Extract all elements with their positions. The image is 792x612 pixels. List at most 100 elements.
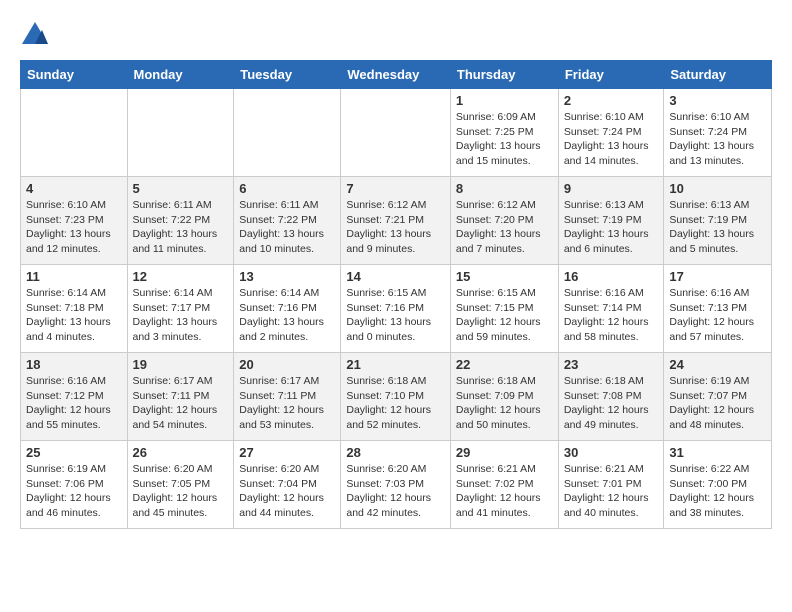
day-number: 19 bbox=[133, 357, 229, 372]
calendar-cell: 29 Sunrise: 6:21 AM Sunset: 7:02 PM Dayli… bbox=[450, 441, 558, 529]
day-number: 6 bbox=[239, 181, 335, 196]
calendar-cell: 14 Sunrise: 6:15 AM Sunset: 7:16 PM Dayli… bbox=[341, 265, 451, 353]
calendar-cell: 13 Sunrise: 6:14 AM Sunset: 7:16 PM Dayli… bbox=[234, 265, 341, 353]
day-number: 30 bbox=[564, 445, 659, 460]
calendar-cell: 19 Sunrise: 6:17 AM Sunset: 7:11 PM Dayli… bbox=[127, 353, 234, 441]
day-number: 10 bbox=[669, 181, 766, 196]
day-info: Sunrise: 6:17 AM Sunset: 7:11 PM Dayligh… bbox=[133, 374, 229, 433]
day-info: Sunrise: 6:13 AM Sunset: 7:19 PM Dayligh… bbox=[564, 198, 659, 257]
calendar-cell: 23Sunrise: 6:18 AM Sunset: 7:08 PM Dayli… bbox=[558, 353, 664, 441]
day-number: 22 bbox=[456, 357, 553, 372]
calendar-cell: 5 Sunrise: 6:11 AM Sunset: 7:22 PM Daylig… bbox=[127, 177, 234, 265]
calendar-header: SundayMondayTuesdayWednesdayThursdayFrid… bbox=[21, 61, 772, 89]
day-info: Sunrise: 6:10 AM Sunset: 7:24 PM Dayligh… bbox=[564, 110, 659, 169]
day-number: 13 bbox=[239, 269, 335, 284]
day-number: 15 bbox=[456, 269, 553, 284]
calendar-cell: 18Sunrise: 6:16 AM Sunset: 7:12 PM Dayli… bbox=[21, 353, 128, 441]
day-number: 31 bbox=[669, 445, 766, 460]
calendar-cell: 3Sunrise: 6:10 AM Sunset: 7:24 PM Daylig… bbox=[664, 89, 772, 177]
calendar-cell: 24Sunrise: 6:19 AM Sunset: 7:07 PM Dayli… bbox=[664, 353, 772, 441]
calendar-cell: 8Sunrise: 6:12 AM Sunset: 7:20 PM Daylig… bbox=[450, 177, 558, 265]
logo bbox=[20, 20, 54, 50]
header-row: SundayMondayTuesdayWednesdayThursdayFrid… bbox=[21, 61, 772, 89]
calendar-cell: 20 Sunrise: 6:17 AM Sunset: 7:11 PM Dayli… bbox=[234, 353, 341, 441]
day-info: Sunrise: 6:17 AM Sunset: 7:11 PM Dayligh… bbox=[239, 374, 335, 433]
day-info: Sunrise: 6:14 AM Sunset: 7:17 PM Dayligh… bbox=[133, 286, 229, 345]
day-number: 25 bbox=[26, 445, 122, 460]
day-number: 18 bbox=[26, 357, 122, 372]
day-info: Sunrise: 6:12 AM Sunset: 7:20 PM Dayligh… bbox=[456, 198, 553, 257]
day-info: Sunrise: 6:21 AM Sunset: 7:02 PM Dayligh… bbox=[456, 462, 553, 521]
day-info: Sunrise: 6:18 AM Sunset: 7:10 PM Dayligh… bbox=[346, 374, 445, 433]
calendar-body: 1 Sunrise: 6:09 AM Sunset: 7:25 PM Daylig… bbox=[21, 89, 772, 529]
calendar-week-row: 4Sunrise: 6:10 AM Sunset: 7:23 PM Daylig… bbox=[21, 177, 772, 265]
calendar-cell: 6 Sunrise: 6:11 AM Sunset: 7:22 PM Daylig… bbox=[234, 177, 341, 265]
calendar-week-row: 25 Sunrise: 6:19 AM Sunset: 7:06 PM Dayli… bbox=[21, 441, 772, 529]
day-number: 29 bbox=[456, 445, 553, 460]
weekday-header: Tuesday bbox=[234, 61, 341, 89]
day-number: 3 bbox=[669, 93, 766, 108]
day-info: Sunrise: 6:19 AM Sunset: 7:06 PM Dayligh… bbox=[26, 462, 122, 521]
calendar-cell: 22 Sunrise: 6:18 AM Sunset: 7:09 PM Dayli… bbox=[450, 353, 558, 441]
weekday-header: Wednesday bbox=[341, 61, 451, 89]
day-info: Sunrise: 6:14 AM Sunset: 7:16 PM Dayligh… bbox=[239, 286, 335, 345]
page-header bbox=[20, 20, 772, 50]
day-number: 5 bbox=[133, 181, 229, 196]
day-number: 17 bbox=[669, 269, 766, 284]
day-number: 20 bbox=[239, 357, 335, 372]
calendar-cell: 17Sunrise: 6:16 AM Sunset: 7:13 PM Dayli… bbox=[664, 265, 772, 353]
day-number: 9 bbox=[564, 181, 659, 196]
day-info: Sunrise: 6:19 AM Sunset: 7:07 PM Dayligh… bbox=[669, 374, 766, 433]
calendar-cell: 31 Sunrise: 6:22 AM Sunset: 7:00 PM Dayli… bbox=[664, 441, 772, 529]
day-number: 26 bbox=[133, 445, 229, 460]
logo-icon bbox=[20, 20, 50, 50]
calendar-cell bbox=[234, 89, 341, 177]
weekday-header: Saturday bbox=[664, 61, 772, 89]
day-info: Sunrise: 6:15 AM Sunset: 7:16 PM Dayligh… bbox=[346, 286, 445, 345]
day-info: Sunrise: 6:09 AM Sunset: 7:25 PM Dayligh… bbox=[456, 110, 553, 169]
day-number: 28 bbox=[346, 445, 445, 460]
calendar-cell: 7Sunrise: 6:12 AM Sunset: 7:21 PM Daylig… bbox=[341, 177, 451, 265]
calendar-table: SundayMondayTuesdayWednesdayThursdayFrid… bbox=[20, 60, 772, 529]
calendar-cell: 4Sunrise: 6:10 AM Sunset: 7:23 PM Daylig… bbox=[21, 177, 128, 265]
day-number: 2 bbox=[564, 93, 659, 108]
calendar-cell bbox=[341, 89, 451, 177]
day-info: Sunrise: 6:20 AM Sunset: 7:05 PM Dayligh… bbox=[133, 462, 229, 521]
calendar-cell: 1 Sunrise: 6:09 AM Sunset: 7:25 PM Daylig… bbox=[450, 89, 558, 177]
weekday-header: Friday bbox=[558, 61, 664, 89]
weekday-header: Monday bbox=[127, 61, 234, 89]
calendar-cell: 26 Sunrise: 6:20 AM Sunset: 7:05 PM Dayli… bbox=[127, 441, 234, 529]
day-number: 14 bbox=[346, 269, 445, 284]
day-number: 7 bbox=[346, 181, 445, 196]
calendar-cell: 11 Sunrise: 6:14 AM Sunset: 7:18 PM Dayli… bbox=[21, 265, 128, 353]
calendar-cell: 28 Sunrise: 6:20 AM Sunset: 7:03 PM Dayli… bbox=[341, 441, 451, 529]
day-info: Sunrise: 6:20 AM Sunset: 7:04 PM Dayligh… bbox=[239, 462, 335, 521]
day-info: Sunrise: 6:11 AM Sunset: 7:22 PM Dayligh… bbox=[239, 198, 335, 257]
calendar-cell: 25 Sunrise: 6:19 AM Sunset: 7:06 PM Dayli… bbox=[21, 441, 128, 529]
calendar-cell: 12Sunrise: 6:14 AM Sunset: 7:17 PM Dayli… bbox=[127, 265, 234, 353]
weekday-header: Sunday bbox=[21, 61, 128, 89]
day-info: Sunrise: 6:15 AM Sunset: 7:15 PM Dayligh… bbox=[456, 286, 553, 345]
calendar-cell: 9 Sunrise: 6:13 AM Sunset: 7:19 PM Daylig… bbox=[558, 177, 664, 265]
day-info: Sunrise: 6:20 AM Sunset: 7:03 PM Dayligh… bbox=[346, 462, 445, 521]
day-info: Sunrise: 6:16 AM Sunset: 7:14 PM Dayligh… bbox=[564, 286, 659, 345]
calendar-cell: 2 Sunrise: 6:10 AM Sunset: 7:24 PM Daylig… bbox=[558, 89, 664, 177]
day-info: Sunrise: 6:18 AM Sunset: 7:09 PM Dayligh… bbox=[456, 374, 553, 433]
day-info: Sunrise: 6:10 AM Sunset: 7:23 PM Dayligh… bbox=[26, 198, 122, 257]
calendar-week-row: 1 Sunrise: 6:09 AM Sunset: 7:25 PM Daylig… bbox=[21, 89, 772, 177]
calendar-cell: 30Sunrise: 6:21 AM Sunset: 7:01 PM Dayli… bbox=[558, 441, 664, 529]
day-number: 1 bbox=[456, 93, 553, 108]
calendar-cell bbox=[127, 89, 234, 177]
day-number: 11 bbox=[26, 269, 122, 284]
day-info: Sunrise: 6:11 AM Sunset: 7:22 PM Dayligh… bbox=[133, 198, 229, 257]
day-info: Sunrise: 6:22 AM Sunset: 7:00 PM Dayligh… bbox=[669, 462, 766, 521]
day-number: 23 bbox=[564, 357, 659, 372]
day-info: Sunrise: 6:14 AM Sunset: 7:18 PM Dayligh… bbox=[26, 286, 122, 345]
weekday-header: Thursday bbox=[450, 61, 558, 89]
calendar-cell bbox=[21, 89, 128, 177]
day-number: 21 bbox=[346, 357, 445, 372]
day-info: Sunrise: 6:13 AM Sunset: 7:19 PM Dayligh… bbox=[669, 198, 766, 257]
day-number: 16 bbox=[564, 269, 659, 284]
calendar-week-row: 18Sunrise: 6:16 AM Sunset: 7:12 PM Dayli… bbox=[21, 353, 772, 441]
calendar-cell: 27Sunrise: 6:20 AM Sunset: 7:04 PM Dayli… bbox=[234, 441, 341, 529]
